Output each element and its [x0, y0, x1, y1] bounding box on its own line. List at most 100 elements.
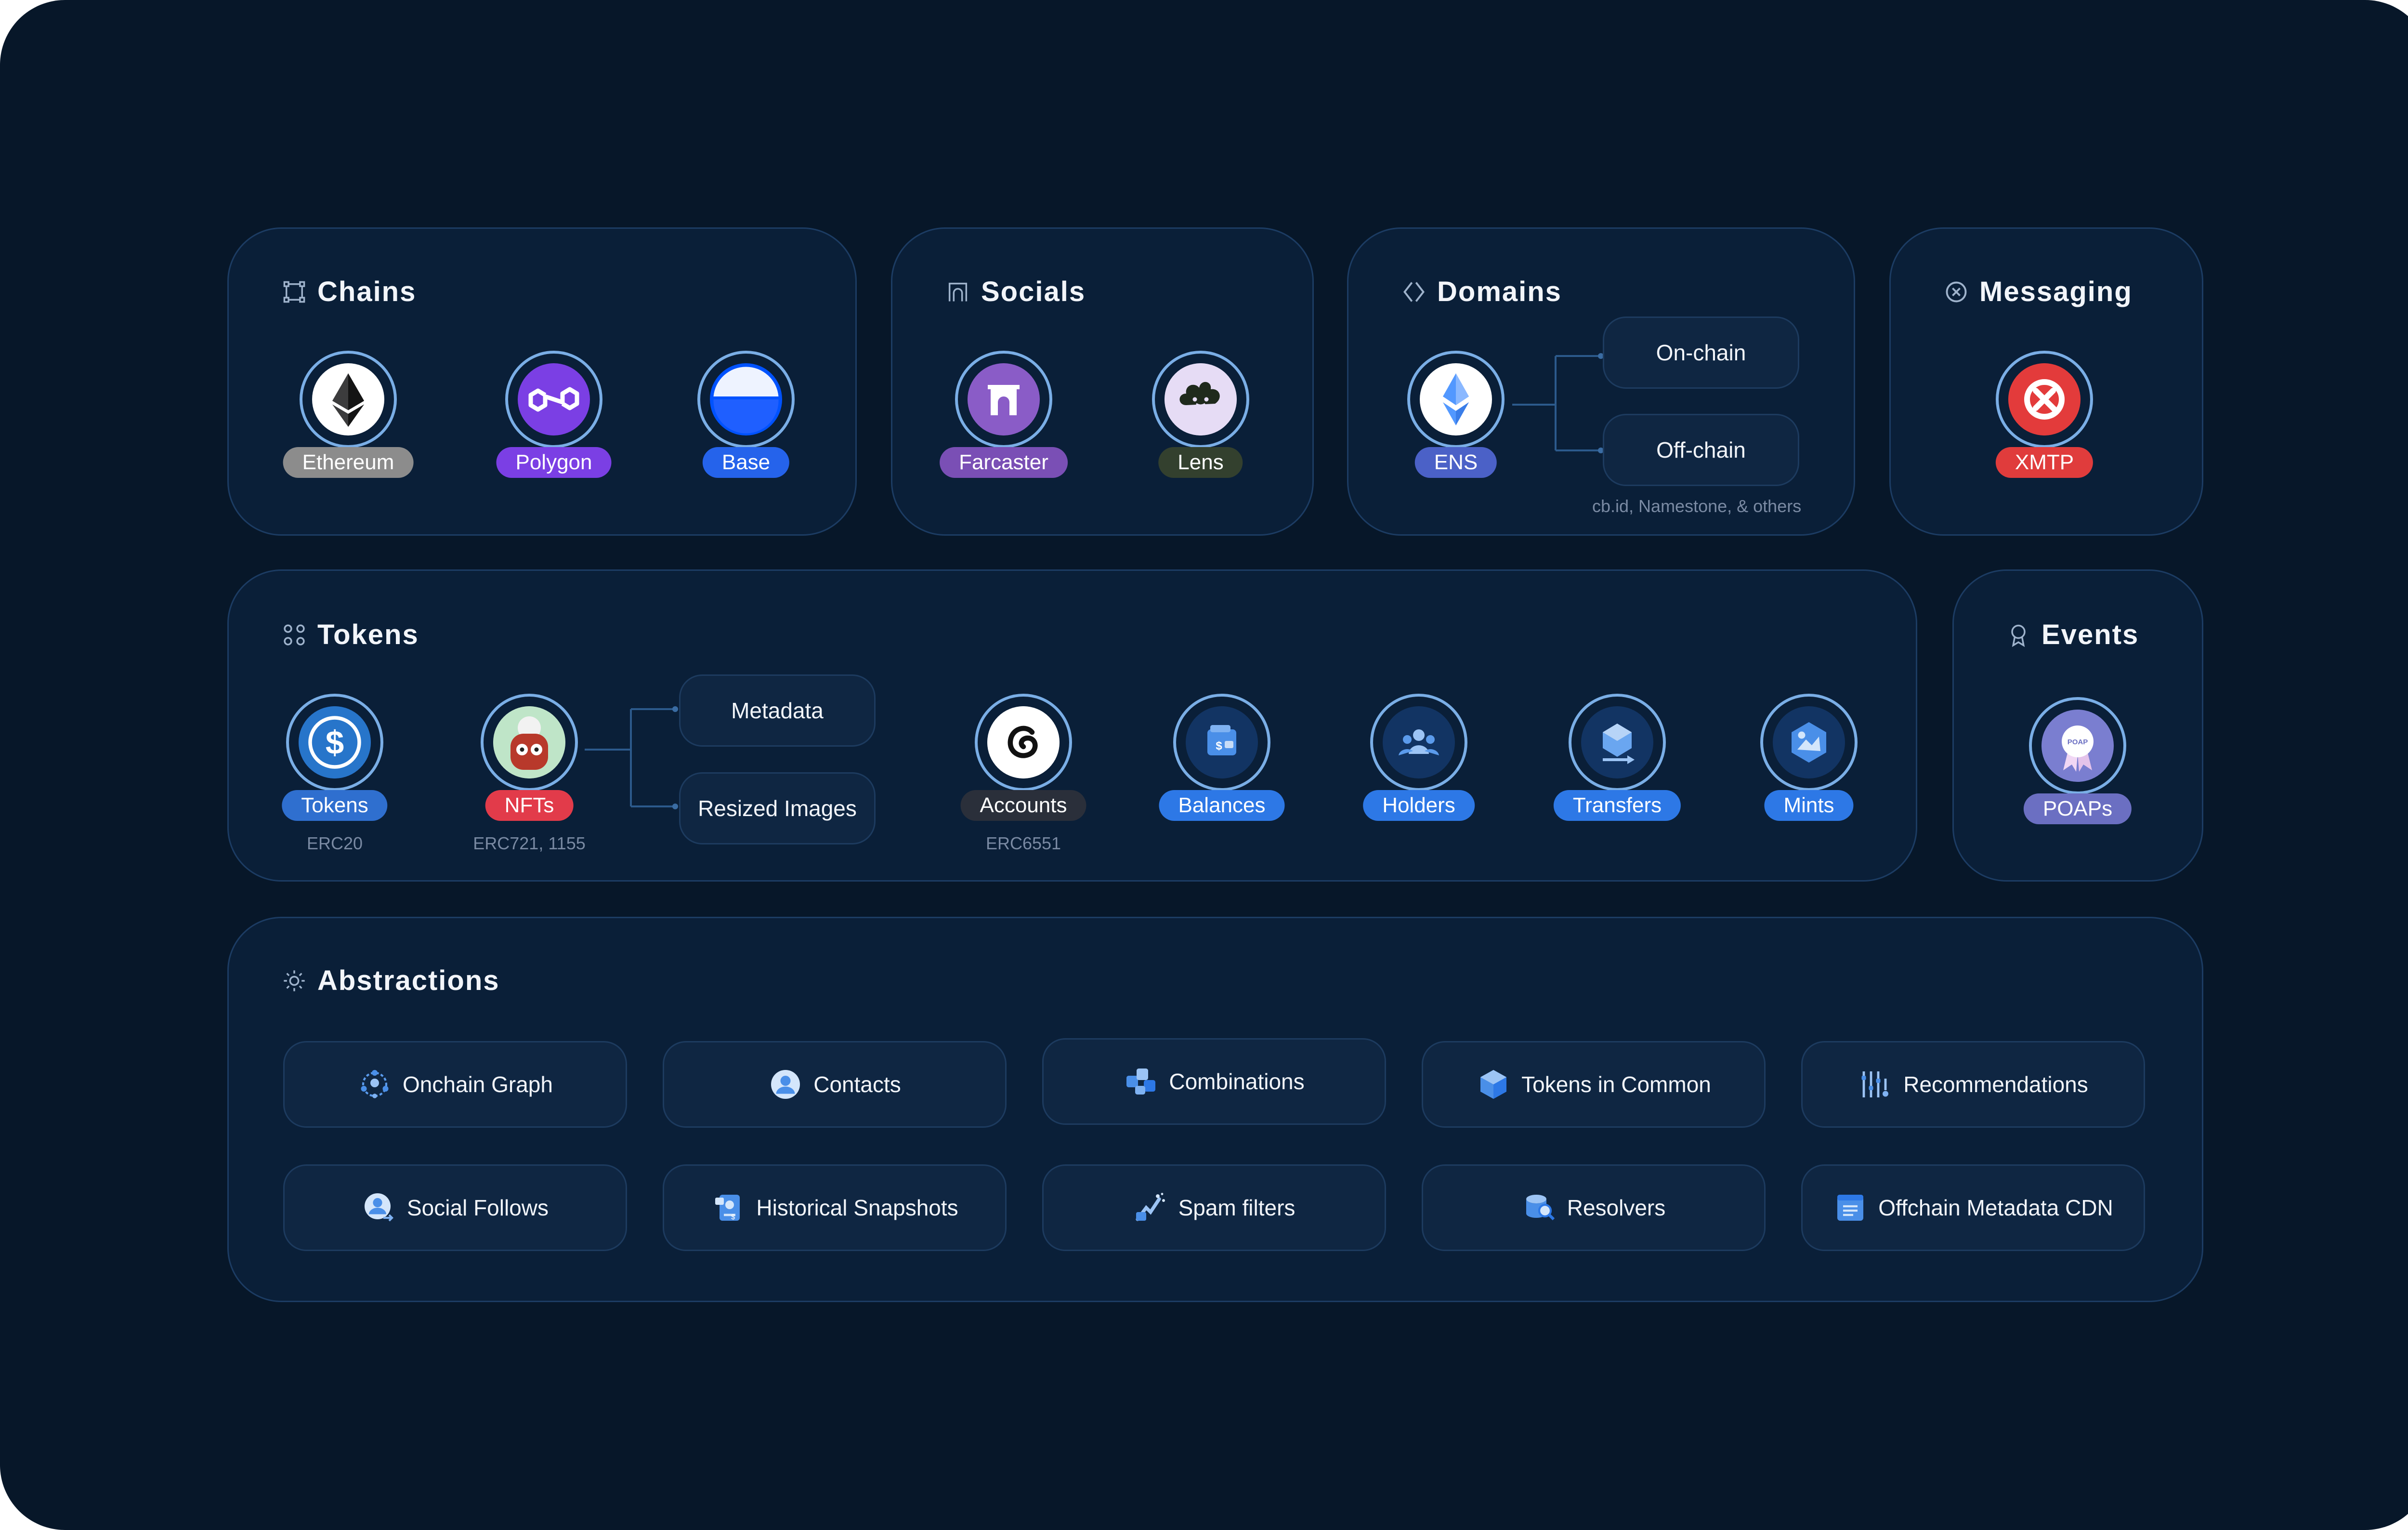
abstraction-spam-filters[interactable]: Spam filters	[1042, 1164, 1386, 1251]
tokens-title: Tokens	[282, 619, 419, 651]
xmtp-icon	[2008, 363, 2081, 435]
messaging-xmtp[interactable]: XMTP	[1992, 351, 2103, 478]
ens-icon	[1443, 373, 1469, 425]
chain-polygon-label: Polygon	[496, 447, 612, 478]
tokens-icon	[284, 624, 305, 646]
stack-overview: Chains Ethereum Polygon Base Socials Far…	[0, 0, 2408, 1530]
messaging-xmtp-ring	[1996, 351, 2093, 448]
socials-title-text: Socials	[981, 276, 1086, 307]
chain-polygon[interactable]: Polygon	[496, 351, 612, 478]
graph-icon	[361, 1070, 389, 1098]
chain-polygon-ring	[505, 351, 602, 448]
abstraction-onchain-graph[interactable]: Onchain Graph	[283, 1041, 627, 1128]
abstraction-offchain-metadata-cdn[interactable]: Offchain Metadata CDN	[1801, 1164, 2145, 1251]
token-holders-ring	[1370, 694, 1467, 791]
abstraction-resolvers-label: Resolvers	[1567, 1195, 1666, 1220]
abstraction-social-follows[interactable]: Social Follows	[283, 1164, 627, 1251]
chain-base-ring	[697, 351, 795, 448]
token-transfers[interactable]: Transfers	[1553, 694, 1681, 821]
token-nfts[interactable]: NFTs ERC721, 1155	[473, 694, 588, 853]
social-farcaster[interactable]: Farcaster	[940, 351, 1068, 478]
ens-connector	[1512, 353, 1604, 453]
abstraction-onchain-graph-label: Onchain Graph	[403, 1072, 553, 1097]
abstraction-contacts[interactable]: Contacts	[663, 1041, 1007, 1128]
polygon-icon	[528, 387, 579, 412]
abstraction-combinations[interactable]: Combinations	[1042, 1038, 1386, 1125]
resized-images-box[interactable]: Resized Images	[679, 772, 876, 844]
abstraction-tokens-in-common[interactable]: Tokens in Common	[1422, 1041, 1766, 1128]
domain-ens-ring	[1407, 351, 1505, 448]
chains-icon	[283, 281, 305, 303]
social-farcaster-label: Farcaster	[940, 447, 1068, 478]
wallet-icon: $	[1186, 706, 1258, 778]
contacts-icon	[771, 1070, 800, 1099]
social-farcaster-ring	[955, 351, 1052, 448]
poap-icon: POAP	[2042, 710, 2114, 782]
token-balances-label: Balances	[1159, 790, 1285, 821]
messaging-icon	[1946, 281, 1967, 302]
token-balances-ring: $	[1173, 694, 1270, 791]
combinations-icon	[1126, 1068, 1156, 1095]
token-holders[interactable]: Holders	[1363, 694, 1477, 821]
abstraction-recommendations-label: Recommendations	[1903, 1072, 2088, 1097]
resolver-icon	[1526, 1195, 1555, 1221]
badge-icon	[2011, 624, 2026, 647]
event-poaps-ring: POAP	[2029, 697, 2126, 794]
cube-icon	[1480, 1070, 1507, 1099]
chain-base-label: Base	[702, 447, 790, 478]
event-poaps[interactable]: POAP POAPs	[2023, 697, 2136, 824]
token-accounts-label: Accounts	[960, 790, 1086, 821]
token-accounts[interactable]: Accounts ERC6551	[960, 694, 1086, 853]
lens-icon	[1165, 363, 1237, 435]
chain-base[interactable]: Base	[694, 351, 804, 478]
abstraction-contacts-label: Contacts	[813, 1072, 901, 1097]
event-poaps-label: POAPs	[2023, 793, 2132, 824]
svg-text:$: $	[326, 724, 344, 761]
mints-icon	[1773, 706, 1845, 778]
domains-title-text: Domains	[1437, 276, 1562, 307]
svg-text:$: $	[731, 1213, 735, 1221]
chain-ethereum-ring	[300, 351, 397, 448]
domains-icon	[1403, 281, 1425, 302]
socials-title: Socials	[945, 276, 1086, 308]
metadata-box[interactable]: Metadata	[679, 674, 876, 747]
document-icon	[1837, 1195, 1864, 1221]
usdc-icon: $	[299, 706, 371, 778]
token-balances[interactable]: $ Balances	[1159, 694, 1285, 821]
social-lens[interactable]: Lens	[1148, 351, 1259, 478]
chains-title-text: Chains	[317, 276, 417, 307]
token-mints-label: Mints	[1764, 790, 1854, 821]
abstraction-social-follows-label: Social Follows	[407, 1195, 549, 1220]
token-nfts-ring	[481, 694, 578, 791]
holders-icon	[1383, 706, 1455, 778]
nft-connector	[585, 706, 678, 809]
domain-ens[interactable]: ENS	[1403, 351, 1514, 478]
follow-icon	[365, 1193, 393, 1222]
messaging-xmtp-label: XMTP	[1995, 447, 2094, 478]
domain-ens-label: ENS	[1414, 447, 1497, 478]
abstraction-offchain-metadata-cdn-label: Offchain Metadata CDN	[1878, 1195, 2113, 1220]
offchain-box[interactable]: Off-chain	[1603, 414, 1799, 486]
token-nfts-sub: ERC721, 1155	[473, 833, 586, 853]
sun-icon	[284, 970, 305, 991]
arch-icon	[948, 282, 968, 301]
offchain-note: cb.id, Namestone, & others	[1592, 496, 1802, 516]
abstraction-recommendations[interactable]: Recommendations	[1801, 1041, 2145, 1128]
abstraction-spam-filters-label: Spam filters	[1178, 1195, 1296, 1220]
onchain-box[interactable]: On-chain	[1603, 317, 1799, 389]
token-nfts-label: NFTs	[485, 790, 574, 821]
accounts-icon	[987, 706, 1060, 778]
token-mints[interactable]: Mints	[1756, 694, 1867, 821]
offchain-label: Off-chain	[1656, 437, 1746, 462]
abstraction-historical-snapshots[interactable]: $ Historical Snapshots	[663, 1164, 1007, 1251]
abstraction-resolvers[interactable]: Resolvers	[1422, 1164, 1766, 1251]
base-icon	[713, 367, 779, 434]
snapshot-icon: $	[715, 1195, 740, 1221]
chain-ethereum[interactable]: Ethereum	[283, 351, 414, 478]
ethereum-icon	[332, 373, 364, 427]
token-tokens[interactable]: $ Tokens ERC20	[282, 694, 393, 853]
token-accounts-ring	[975, 694, 1072, 791]
token-accounts-sub: ERC6551	[985, 833, 1061, 853]
token-tokens-sub: ERC20	[306, 833, 363, 853]
token-mints-ring	[1760, 694, 1858, 791]
